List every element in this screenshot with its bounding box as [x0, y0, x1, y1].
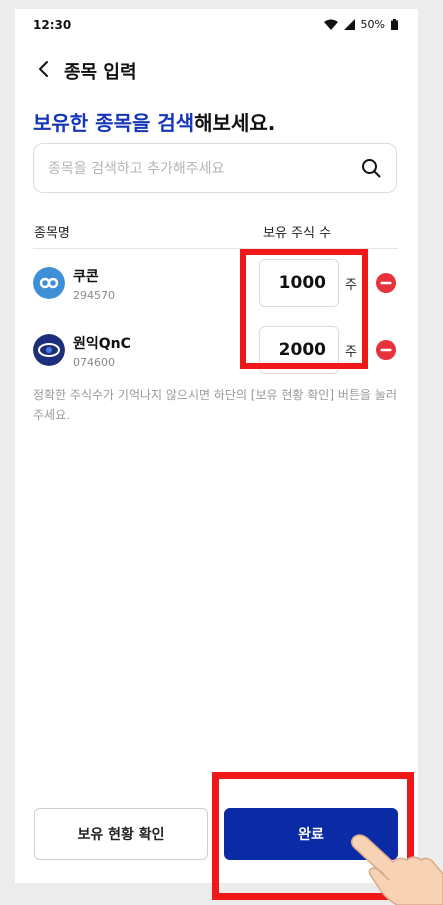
helper-text: 정확한 주식수가 기억나지 않으시면 하단의 [보유 현황 확인] 버튼을 눌러… [33, 388, 397, 422]
stock-row: 원익QnC 074600 2000 주 [15, 324, 418, 380]
header: 종목 입력 [15, 53, 418, 87]
quantity-input[interactable]: 2000 [259, 326, 339, 374]
table-divider [33, 248, 398, 249]
column-header-shares: 보유 주식 수 [263, 226, 332, 241]
stock-code: 294570 [73, 289, 115, 302]
search-box [33, 143, 397, 194]
minus-circle-icon[interactable] [376, 340, 396, 360]
chevron-left-icon[interactable] [33, 57, 55, 81]
stock-row: 쿠콘 294570 1000 주 [15, 257, 418, 313]
done-button[interactable]: 완료 [224, 808, 398, 860]
search-icon[interactable] [360, 157, 382, 179]
headline-rest: 해보세요. [194, 111, 276, 135]
stock-name: 원익QnC [73, 336, 131, 352]
search-input[interactable] [46, 144, 350, 194]
quantity-input[interactable]: 1000 [259, 259, 339, 307]
quantity-unit: 주 [345, 278, 357, 293]
headline: 보유한 종목을 검색해보세요. [33, 107, 275, 136]
wifi-icon [323, 19, 338, 30]
stock-code: 074600 [73, 356, 115, 369]
status-time: 12:30 [33, 18, 72, 32]
battery-level: 50% [360, 18, 385, 31]
battery-icon [391, 19, 398, 30]
check-holdings-button[interactable]: 보유 현황 확인 [34, 808, 208, 860]
headline-accent: 보유한 종목을 검색 [33, 111, 195, 135]
wonik-qnc-logo [33, 334, 65, 366]
status-bar: 12:30 50% [15, 9, 418, 41]
phone-screen: 12:30 50% 종목 입력 보유한 종목을 검색해보세요. 종목을 검색하고… [15, 9, 418, 883]
status-indicators: 50% [323, 18, 398, 31]
signal-icon [343, 19, 355, 30]
column-header-name: 종목명 [34, 226, 70, 241]
stock-name: 쿠콘 [73, 269, 99, 285]
coocon-logo [33, 267, 65, 299]
page-title: 종목 입력 [64, 62, 137, 83]
quantity-unit: 주 [345, 345, 357, 360]
minus-circle-icon[interactable] [376, 273, 396, 293]
